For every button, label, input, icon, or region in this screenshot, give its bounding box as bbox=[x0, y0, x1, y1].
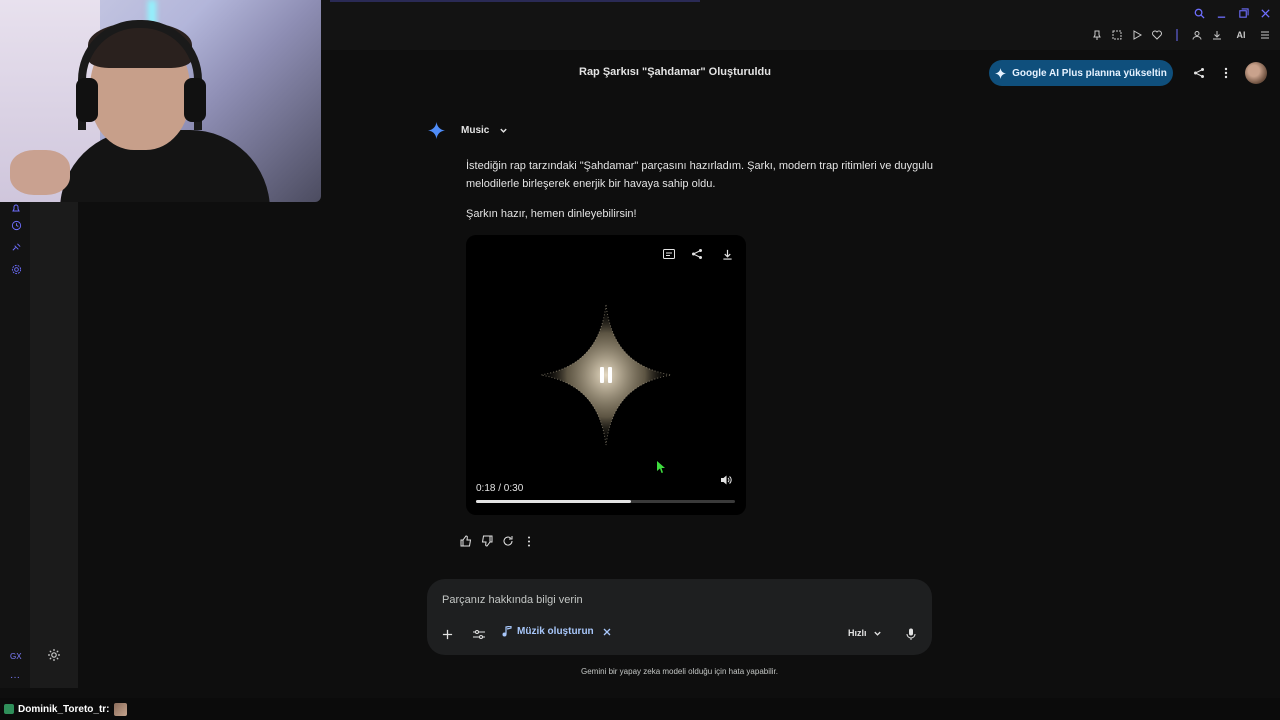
page-title: Rap Şarkısı "Şahdamar" Oluşturuldu bbox=[579, 66, 771, 78]
more-icon[interactable]: ··· bbox=[10, 672, 20, 683]
chat-username: Dominik_Toreto_tr: bbox=[18, 703, 110, 715]
gear-icon[interactable] bbox=[47, 648, 61, 662]
chevron-down-icon bbox=[873, 631, 881, 636]
download-icon[interactable] bbox=[720, 247, 734, 261]
ai-button[interactable]: AI bbox=[1230, 28, 1252, 42]
divider-icon bbox=[1170, 28, 1184, 42]
headset-cup-left bbox=[76, 78, 98, 122]
thumbs-down-icon[interactable] bbox=[480, 534, 494, 548]
prompt-input[interactable]: Parçanız hakkında bilgi verin bbox=[442, 594, 583, 606]
webcam-person-hand bbox=[10, 150, 70, 195]
window-controls bbox=[1192, 6, 1272, 20]
settings-icon[interactable] bbox=[9, 262, 23, 276]
mouse-cursor-icon bbox=[657, 461, 665, 473]
avatar[interactable] bbox=[1245, 62, 1267, 84]
more-vert-icon[interactable] bbox=[1219, 66, 1233, 80]
upgrade-label: Google AI Plus planına yükseltin bbox=[1012, 67, 1167, 79]
play-icon[interactable] bbox=[1130, 28, 1144, 42]
progress-slider[interactable] bbox=[476, 500, 735, 503]
share-icon[interactable] bbox=[690, 247, 704, 261]
tab-indicator bbox=[330, 0, 700, 2]
chevron-down-icon bbox=[500, 128, 508, 133]
disclaimer-text: Gemini bir yapay zeka modeli olduğu için… bbox=[581, 667, 778, 676]
chat-badge-icon bbox=[4, 704, 14, 714]
progress-fill bbox=[476, 500, 632, 503]
headset-cup-right bbox=[184, 78, 206, 122]
history-icon[interactable] bbox=[9, 218, 23, 232]
extensions-bar: AI bbox=[1090, 28, 1272, 42]
chat-emote-icon bbox=[113, 702, 127, 716]
snapshot-icon[interactable] bbox=[1110, 28, 1124, 42]
add-icon[interactable] bbox=[440, 627, 454, 641]
pause-button[interactable] bbox=[593, 362, 619, 388]
thumbs-up-icon[interactable] bbox=[459, 534, 473, 548]
download-icon[interactable] bbox=[1210, 28, 1224, 42]
captions-icon[interactable] bbox=[662, 247, 676, 261]
response-paragraph: İstediğin rap tarzındaki "Şahdamar" parç… bbox=[466, 160, 933, 190]
music-note-icon bbox=[502, 626, 512, 637]
account-icon[interactable] bbox=[1190, 28, 1204, 42]
bell-icon[interactable] bbox=[9, 202, 23, 216]
search-icon[interactable] bbox=[1192, 6, 1206, 20]
share-icon[interactable] bbox=[1192, 66, 1206, 80]
minimize-icon[interactable] bbox=[1214, 6, 1228, 20]
sparkle-icon bbox=[995, 67, 1007, 79]
tools-icon[interactable] bbox=[472, 627, 486, 641]
audio-player: 0:18 / 0:30 bbox=[466, 235, 746, 515]
heart-icon[interactable] bbox=[1150, 28, 1164, 42]
speed-selector[interactable]: Hızlı bbox=[848, 628, 882, 638]
upgrade-button[interactable]: Google AI Plus planına yükseltin bbox=[989, 60, 1173, 86]
volume-icon[interactable] bbox=[720, 473, 734, 487]
stream-chat-bar: Dominik_Toreto_tr: bbox=[0, 698, 1280, 720]
gx-label[interactable]: GX bbox=[10, 652, 22, 661]
playback-time: 0:18 / 0:30 bbox=[476, 483, 524, 494]
music-tool-label: Müzik oluşturun bbox=[517, 626, 594, 637]
response-paragraph: Şarkın hazır, hemen dinleyebilirsin! bbox=[466, 208, 637, 220]
model-label: Music bbox=[461, 125, 490, 136]
music-tool-chip[interactable]: Müzik oluşturun bbox=[502, 626, 611, 637]
close-icon[interactable] bbox=[603, 628, 611, 636]
webcam-overlay bbox=[0, 0, 321, 202]
model-selector[interactable]: Music bbox=[428, 122, 508, 139]
menu-icon[interactable] bbox=[1258, 28, 1272, 42]
more-vert-icon[interactable] bbox=[522, 534, 536, 548]
extensions-icon[interactable] bbox=[9, 240, 23, 254]
speed-label: Hızlı bbox=[848, 628, 867, 638]
restore-icon[interactable] bbox=[1236, 6, 1250, 20]
pin-icon[interactable] bbox=[1090, 28, 1104, 42]
close-icon[interactable] bbox=[1258, 6, 1272, 20]
browser-side-rail: GX ··· bbox=[0, 202, 30, 688]
gemini-sparkle-icon bbox=[428, 122, 445, 139]
response-actions bbox=[459, 534, 536, 548]
microphone-icon[interactable] bbox=[904, 627, 918, 641]
prompt-composer[interactable]: Parçanız hakkında bilgi verin Müzik oluş… bbox=[427, 579, 932, 655]
regenerate-icon[interactable] bbox=[501, 534, 515, 548]
